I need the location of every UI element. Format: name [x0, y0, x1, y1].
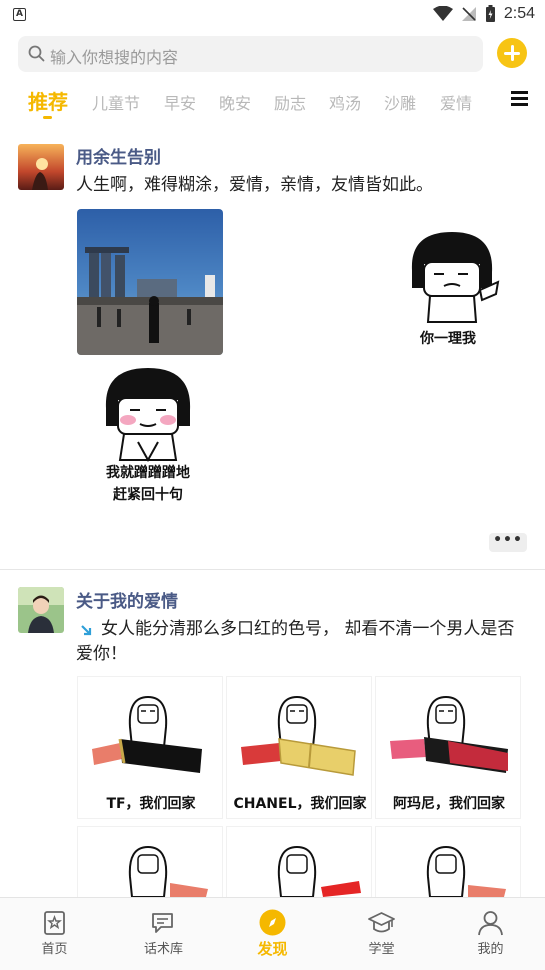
meme-caption: 阿玛尼，我们回家 [393, 796, 505, 812]
meme-grid-item[interactable]: CHANEL，我们回家 [226, 676, 372, 819]
user-icon [478, 911, 503, 936]
meme-sticker[interactable]: 我就蹭蹭蹭地 赶紧回十句 [90, 362, 210, 503]
search-icon [28, 45, 45, 62]
lipstick-meme-icon [241, 695, 356, 776]
tab-funny[interactable]: 沙雕 [384, 90, 416, 114]
post-username[interactable]: 用余生告别 [76, 143, 161, 168]
lipstick-meme-icon [277, 845, 361, 898]
meme-caption: TF，我们回家 [106, 796, 196, 812]
menu-icon[interactable] [511, 91, 528, 107]
tab-love[interactable]: 爱情 [440, 90, 472, 114]
tab-inspiration[interactable]: 励志 [274, 90, 306, 114]
avatar[interactable] [18, 144, 64, 190]
nav-academy[interactable]: 学堂 [327, 898, 436, 970]
post-text: 人生啊，难得糊涂，爱情，亲情，友情皆如此。 [76, 175, 433, 195]
meme-grid-item[interactable]: TF，我们回家 [77, 676, 223, 819]
tab-childrens-day[interactable]: 儿童节 [92, 90, 140, 114]
star-page-icon [44, 911, 65, 935]
post-text: 女人能分清那么多口红的色号， 却看不清一个男人是否爱你！ [76, 619, 515, 664]
app-notification-icon: A [13, 8, 26, 21]
divider [0, 569, 545, 570]
tab-good-morning[interactable]: 早安 [164, 90, 196, 114]
chat-icon [152, 913, 173, 933]
meme-caption-line-1: 我就蹭蹭蹭地 [106, 465, 190, 481]
lipstick-meme-icon [390, 695, 508, 773]
meme-grid-item[interactable]: 阿玛尼，我们回家 [375, 676, 521, 819]
status-bar: A 2:54 [0, 0, 545, 30]
lipstick-meme-icon [128, 845, 208, 898]
graduation-cap-icon [368, 912, 395, 933]
tab-recommend[interactable]: 推荐 [28, 86, 68, 115]
nav-phrase-library[interactable]: 话术库 [109, 898, 218, 970]
compass-icon [259, 909, 286, 936]
nav-label: 话术库 [143, 942, 183, 957]
more-options-button[interactable]: ••• [489, 533, 527, 552]
meme-sticker[interactable]: 你一理我 [400, 228, 510, 348]
nav-label: 学堂 [368, 942, 395, 957]
nav-profile[interactable]: 我的 [436, 898, 545, 970]
meme-grid-item[interactable] [375, 826, 521, 898]
bottom-navigation: 首页 话术库 发现 学堂 我的 [0, 897, 545, 970]
post-card[interactable]: 关于我的爱情 女人能分清那么多口红的色号， 却看不清一个男人是否爱你！ TF，我… [0, 584, 545, 898]
nav-home[interactable]: 首页 [0, 898, 109, 970]
nav-label: 我的 [477, 942, 504, 957]
category-tabs: 推荐 儿童节 早安 晚安 励志 鸡汤 沙雕 爱情 [0, 84, 500, 120]
meme-caption: CHANEL，我们回家 [233, 796, 367, 812]
tab-good-night[interactable]: 晚安 [219, 90, 251, 114]
meme-caption: 你一理我 [420, 331, 476, 347]
search-placeholder: 输入你想搜的内容 [50, 48, 179, 67]
search-input[interactable]: 输入你想搜的内容 [18, 36, 483, 72]
wifi-icon [432, 6, 453, 21]
post-username[interactable]: 关于我的爱情 [76, 587, 178, 612]
lipstick-meme-icon [426, 845, 506, 898]
clock: 2:54 [503, 5, 535, 22]
meme-face-blush-icon [105, 368, 191, 463]
nav-discover[interactable]: 发现 [218, 898, 327, 970]
avatar[interactable] [18, 587, 64, 633]
nav-label: 首页 [41, 942, 68, 957]
add-button[interactable] [497, 38, 527, 68]
meme-grid-item[interactable] [226, 826, 372, 898]
status-bar-right: 2:54 [432, 5, 535, 23]
no-signal-icon [461, 7, 476, 21]
photo-city-skyline[interactable] [77, 209, 223, 355]
post-card[interactable]: 用余生告别 人生啊，难得糊涂，爱情，亲情，友情皆如此。 你一理我 我就蹭蹭蹭地 … [0, 140, 545, 568]
meme-caption-line-2: 赶紧回十句 [113, 487, 183, 503]
nav-label: 发现 [257, 940, 288, 958]
battery-charging-icon [485, 5, 495, 22]
tab-chicken-soup[interactable]: 鸡汤 [329, 90, 361, 114]
lipstick-meme-icon [92, 695, 202, 773]
meme-grid-item[interactable] [77, 826, 223, 898]
meme-face-icon [411, 232, 500, 323]
tab-indicator [43, 116, 52, 119]
